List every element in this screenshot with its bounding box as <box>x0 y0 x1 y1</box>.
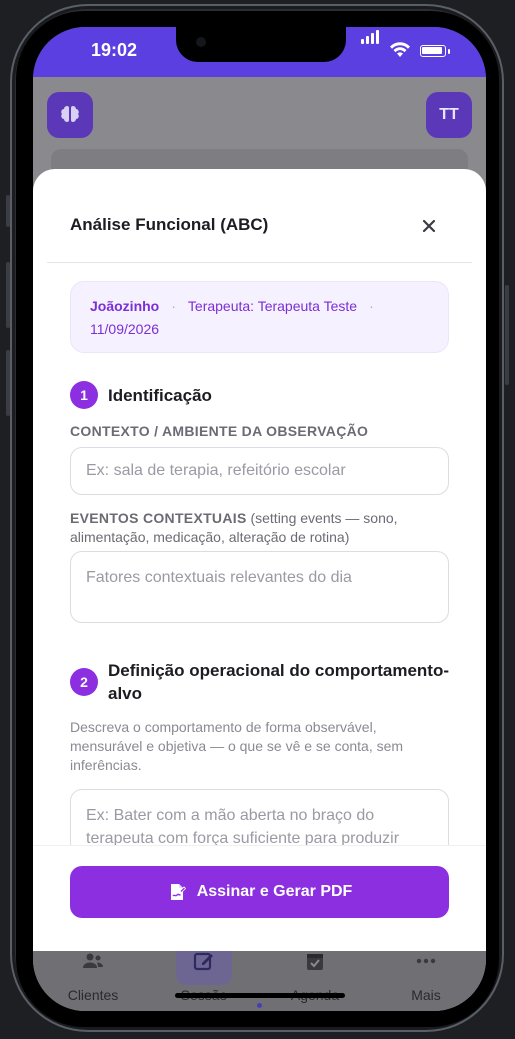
volume-down-button <box>6 350 10 416</box>
events-textarea[interactable] <box>70 551 449 623</box>
power-button <box>505 285 509 385</box>
close-icon <box>422 219 436 233</box>
nav-item-agenda[interactable]: Agenda <box>275 945 355 1011</box>
status-bar: 19:02 <box>33 27 486 77</box>
modal-title: Análise Funcional (ABC) <box>70 215 269 234</box>
nav-item-clientes[interactable]: Clientes <box>53 945 133 1011</box>
battery-nub <box>448 49 450 54</box>
screen: TT Clientes Sessão Agenda <box>33 27 486 1011</box>
sign-generate-pdf-button[interactable]: Assinar e Gerar PDF <box>70 866 449 918</box>
sign-document-icon <box>170 884 186 900</box>
wifi-icon <box>390 42 410 57</box>
battery-icon <box>420 45 446 57</box>
header-divider <box>47 262 472 263</box>
info-line: Joãozinho · Terapeuta: Terapeuta Teste · <box>90 298 386 314</box>
session-info-box: Joãozinho · Terapeuta: Terapeuta Teste · 11… <box>70 281 449 353</box>
status-time: 19:02 <box>91 40 138 60</box>
modal-footer: Assinar e Gerar PDF <box>33 845 486 951</box>
volume-up-button <box>6 262 10 328</box>
people-icon <box>83 953 103 968</box>
patient-name: Joãozinho <box>90 298 160 314</box>
more-dots-icon <box>416 958 436 964</box>
therapist-name: Terapeuta: Terapeuta Teste <box>187 298 358 314</box>
nav-dot <box>257 1003 262 1008</box>
behavior-description: Descreva o comportamento de forma observ… <box>70 719 404 773</box>
context-label: CONTEXTO / AMBIENTE DA OBSERVAÇÃO <box>70 423 369 439</box>
step-badge-1: 1 <box>70 381 98 409</box>
brain-logo-button[interactable] <box>47 92 93 138</box>
separator-dot: · <box>369 298 374 314</box>
nav-label: Clientes <box>67 987 119 1003</box>
bottom-nav: Clientes Sessão Agenda Mais <box>33 943 486 1011</box>
submit-label: Assinar e Gerar PDF <box>196 883 353 900</box>
mute-switch <box>6 195 10 227</box>
user-avatar[interactable]: TT <box>426 92 472 138</box>
events-label-main: EVENTOS CONTEXTUAIS <box>70 510 247 526</box>
edit-icon <box>193 952 213 971</box>
abc-analysis-modal: Análise Funcional (ABC) Joãozinho · Terape… <box>33 169 486 951</box>
nav-item-sessao[interactable]: Sessão <box>164 945 244 1011</box>
calendar-check-icon <box>307 954 323 970</box>
step-badge-2: 2 <box>70 668 98 696</box>
nav-label: Mais <box>411 987 441 1003</box>
modal-header: Análise Funcional (ABC) <box>33 169 486 263</box>
events-label: EVENTOS CONTEXTUAIS (setting events — so… <box>70 509 450 547</box>
context-input[interactable] <box>70 447 449 495</box>
close-button[interactable] <box>416 213 442 239</box>
section-title-identificacao: Identificação <box>108 386 212 405</box>
separator-dot: · <box>171 298 176 314</box>
home-indicator[interactable] <box>175 993 345 998</box>
nav-item-mais[interactable]: Mais <box>386 945 466 1011</box>
front-camera <box>196 37 206 47</box>
section-title-definicao: Definição operacional do comportamento-a… <box>108 661 449 703</box>
session-date: 11/09/2026 <box>90 321 160 337</box>
brain-icon <box>61 106 79 122</box>
